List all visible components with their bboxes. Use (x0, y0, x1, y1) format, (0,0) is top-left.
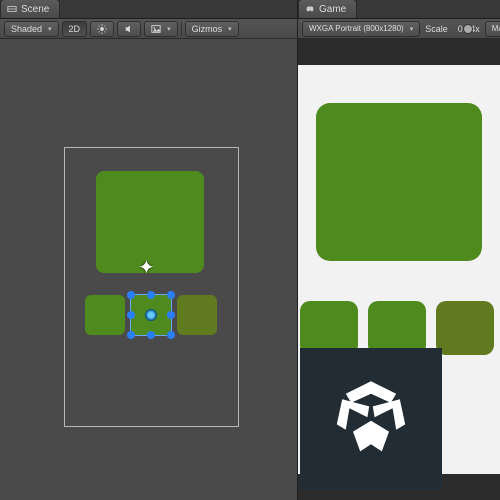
toggle-2d[interactable]: 2D (62, 21, 88, 37)
resolution-label: WXGA Portrait (800x1280) (309, 24, 404, 33)
game-icon (305, 4, 315, 14)
preview-small-1 (300, 301, 358, 355)
scene-toolbar: Shaded 2D Gizmos (0, 19, 297, 39)
scale-label: Scale (423, 24, 450, 34)
tab-scene[interactable]: Scene (0, 0, 60, 18)
letterbox-top (298, 39, 500, 65)
sprite-small-3[interactable] (177, 295, 217, 335)
toggle-audio[interactable] (117, 21, 141, 37)
selection-pivot[interactable] (145, 309, 157, 321)
audio-icon (124, 24, 134, 34)
shading-mode-label: Shaded (11, 24, 42, 34)
preview-small-2 (368, 301, 426, 355)
sprite-small-1[interactable] (85, 295, 125, 335)
gizmos-dropdown[interactable]: Gizmos (185, 21, 239, 37)
selection-handle[interactable] (147, 291, 155, 299)
preview-large-square (316, 103, 482, 261)
unity-logo-icon (326, 374, 416, 464)
sun-icon (97, 24, 107, 34)
maximize-label: Maximize On Play (492, 24, 500, 33)
toggle-fx[interactable] (144, 21, 178, 37)
preview-small-3 (436, 301, 494, 355)
selection-handle[interactable] (167, 331, 175, 339)
unity-logo-badge (300, 348, 442, 490)
selection-handle[interactable] (127, 331, 135, 339)
scene-viewport[interactable]: ✦ (0, 39, 297, 500)
tab-game-label: Game (319, 4, 346, 15)
scene-icon (7, 4, 17, 14)
game-tabbar: Game (298, 0, 500, 19)
tab-scene-label: Scene (21, 4, 49, 15)
toggle-2d-label: 2D (69, 24, 81, 34)
image-icon (151, 24, 161, 34)
toggle-lighting[interactable] (90, 21, 114, 37)
selection-handle[interactable] (147, 331, 155, 339)
selection-handle[interactable] (127, 311, 135, 319)
game-toolbar: WXGA Portrait (800x1280) Scale 0.44x Max… (298, 19, 500, 39)
camera-gizmo-icon[interactable]: ✦ (138, 255, 155, 280)
selection-handle[interactable] (167, 291, 175, 299)
selection-handle[interactable] (127, 291, 135, 299)
scene-panel: Scene Shaded 2D Gizmos ✦ (0, 0, 298, 500)
selection-handle[interactable] (167, 311, 175, 319)
scene-tabbar: Scene (0, 0, 297, 19)
resolution-dropdown[interactable]: WXGA Portrait (800x1280) (302, 21, 420, 37)
toolbar-separator (181, 22, 182, 36)
selection-rect[interactable] (130, 294, 172, 336)
gizmos-label: Gizmos (192, 24, 223, 34)
slider-thumb[interactable] (463, 24, 473, 34)
tab-game[interactable]: Game (298, 0, 357, 18)
shading-mode-dropdown[interactable]: Shaded (4, 21, 59, 37)
maximize-on-play-toggle[interactable]: Maximize On Play (485, 21, 500, 37)
